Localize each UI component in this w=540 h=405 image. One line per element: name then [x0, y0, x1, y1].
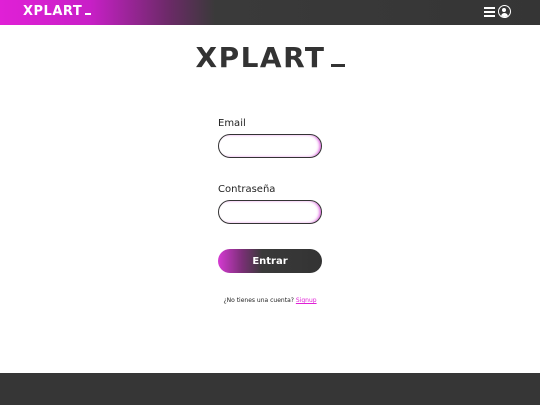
- header-logo[interactable]: XPLART: [23, 4, 92, 19]
- hamburger-menu-icon[interactable]: [484, 7, 495, 18]
- password-label: Contraseña: [218, 184, 276, 195]
- user-account-icon[interactable]: [498, 5, 511, 18]
- header-logo-text: XPLART: [23, 4, 83, 19]
- logo-underscore: [85, 13, 92, 15]
- top-navbar: XPLART: [0, 0, 540, 25]
- main-logo: XPLART: [0, 41, 540, 74]
- main-logo-underscore: [330, 64, 345, 67]
- password-field[interactable]: [218, 200, 322, 224]
- email-field[interactable]: [218, 134, 322, 158]
- signup-link[interactable]: Signup: [296, 297, 317, 304]
- signup-prompt: ¿No tienes una cuenta?: [223, 297, 294, 304]
- main-logo-text: XPLART: [195, 41, 326, 74]
- login-button[interactable]: Entrar: [218, 249, 322, 273]
- signup-line: ¿No tienes una cuenta? Signup: [0, 297, 540, 304]
- email-label: Email: [218, 118, 246, 129]
- footer: [0, 373, 540, 405]
